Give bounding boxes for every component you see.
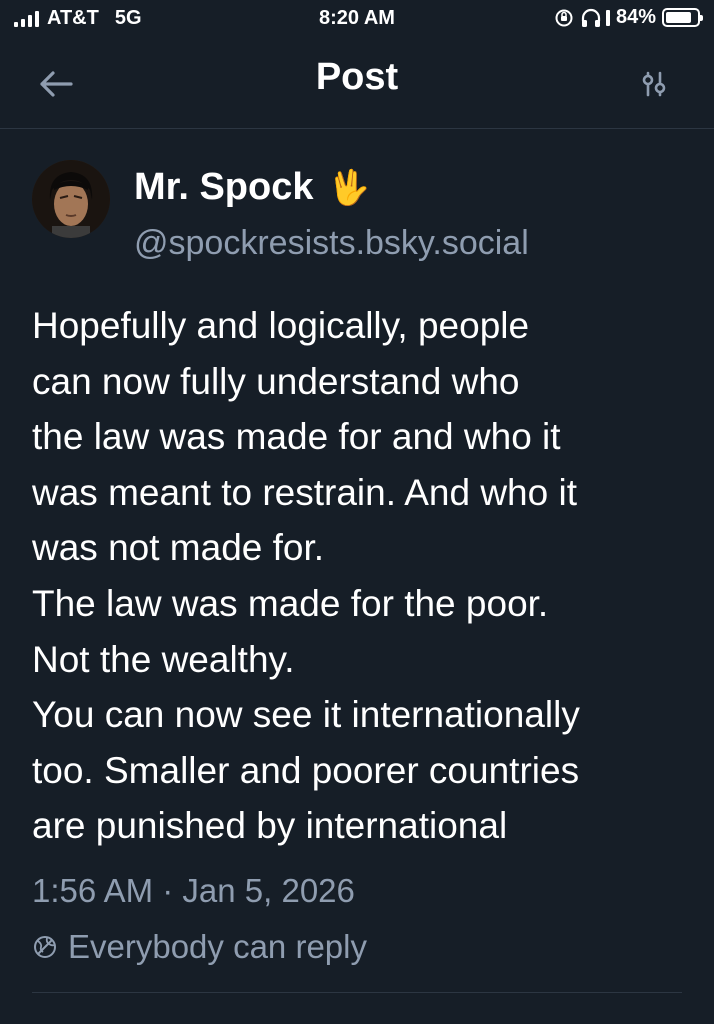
post-text-line: can now fully understand who [32,360,520,402]
reply-setting: Everybody can reply [32,928,367,966]
post-text-line: Hopefully and logically, people [32,305,530,346]
status-bar-right: 84% [554,6,703,29]
sliders-icon [642,71,666,97]
battery-fill [666,12,692,23]
author-name-text: Mr. Spock [134,166,314,208]
page-title: Post [315,56,399,98]
battery-icon [662,8,703,27]
post-text-line: Not the wealthy. [32,638,295,680]
globe-restricted-icon [34,936,56,958]
nav-header: Post [0,40,714,129]
avatar[interactable] [32,160,110,238]
post-text-line: too. Smaller and poorer countries [32,749,580,791]
post-text-line: The law was made for the poor. [32,582,549,624]
author-handle[interactable]: @spockresists.bsky.social [134,224,529,263]
headphones-icon [581,8,601,27]
status-bar: AT&T 5G 8:20 AM 84% [0,0,714,40]
post-timestamp: 1:56 AM · Jan 5, 2026 [32,872,355,909]
reply-setting-label: Everybody can reply [68,928,367,965]
post-text-line: was not made for. [32,527,325,569]
post-text-line: are punished by international [32,805,508,847]
divider [32,992,682,993]
post-text-line: was meant to restrain. And who it [32,471,577,513]
avatar-portrait [32,160,110,238]
vulcan-salute-emoji: 🖖 [327,168,370,207]
headphone-battery-bar [605,9,610,26]
filter-button[interactable] [634,64,674,104]
post-text: Hopefully and logically, people can now … [32,298,692,854]
author-name[interactable]: Mr. Spock 🖖 [134,166,370,209]
post-text-line: the law was made for and who it [32,416,561,458]
battery-percent: 84% [615,6,656,28]
post-text-line: You can now see it internationally [32,694,580,736]
orientation-lock-icon [555,9,573,26]
